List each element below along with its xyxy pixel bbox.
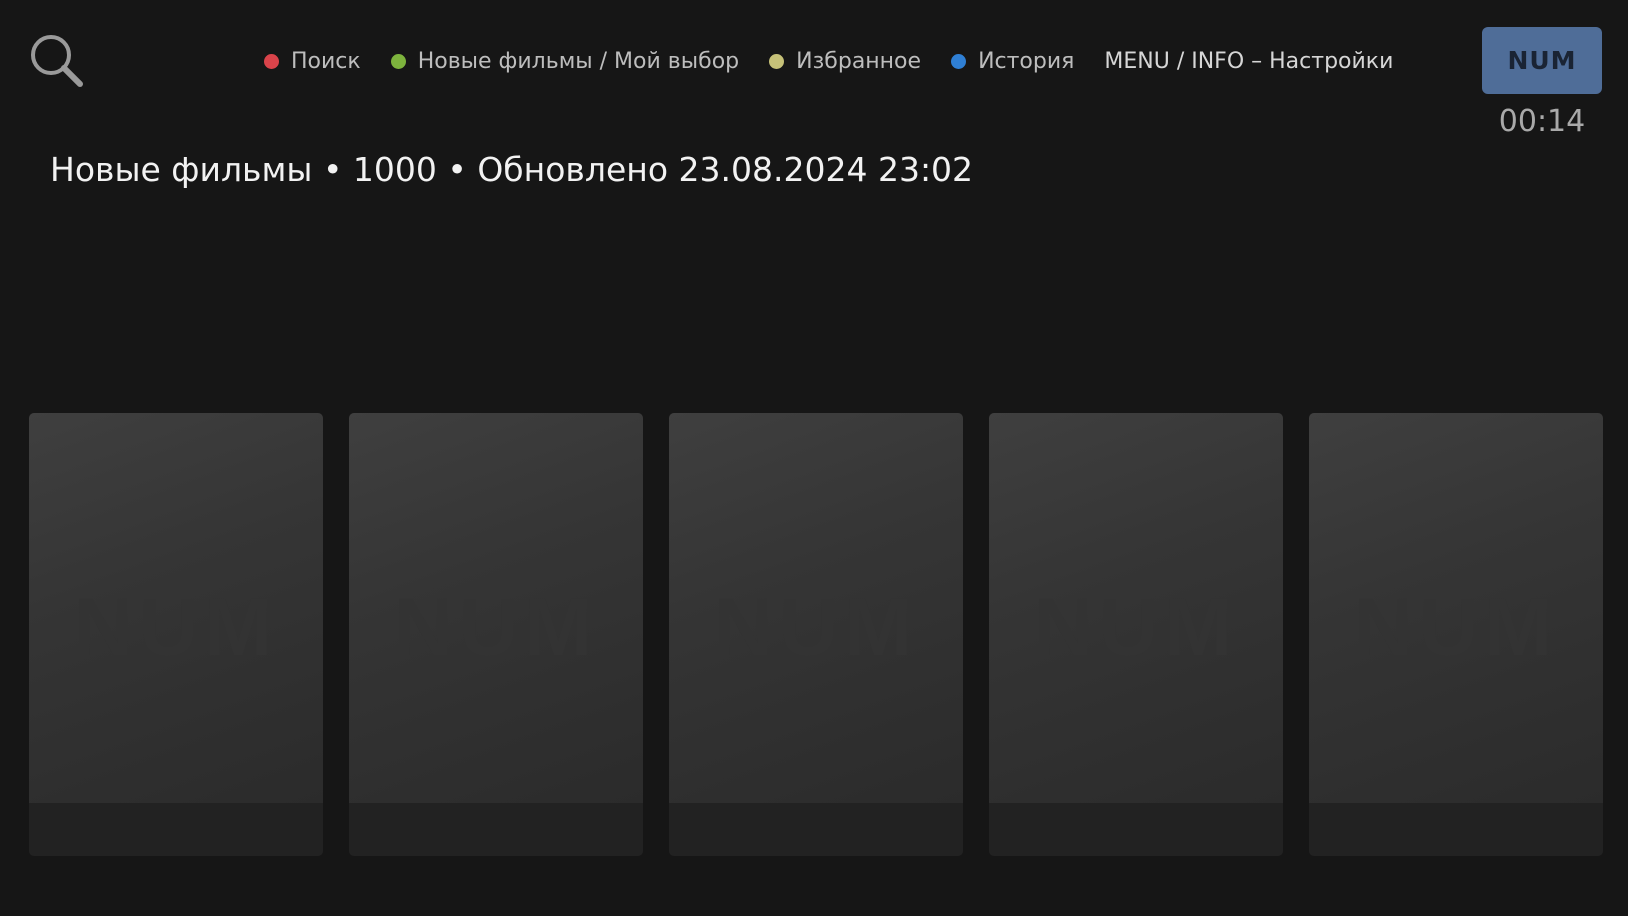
hint-search[interactable]: Поиск: [264, 49, 361, 74]
hint-settings[interactable]: MENU / INFO – Настройки: [1104, 49, 1393, 74]
poster-card[interactable]: NUM: [1309, 413, 1603, 856]
hint-history[interactable]: История: [951, 49, 1074, 74]
yellow-dot-icon: [769, 53, 785, 69]
placeholder-logo: NUM: [1353, 582, 1559, 673]
green-dot-icon: [390, 53, 406, 69]
section-title: Новые фильмы • 1000 • Обновлено 23.08.20…: [50, 150, 974, 189]
hint-new-movies-label: Новые фильмы / Мой выбор: [417, 48, 740, 74]
placeholder-logo: NUM: [713, 582, 919, 673]
placeholder-logo: NUM: [73, 582, 279, 673]
poster-card[interactable]: NUM: [349, 413, 643, 856]
poster-caption: [29, 803, 323, 856]
hint-new-movies[interactable]: Новые фильмы / Мой выбор: [390, 48, 740, 74]
poster-card[interactable]: NUM: [669, 413, 963, 856]
poster-card[interactable]: NUM: [989, 413, 1283, 856]
poster-caption: [349, 803, 643, 856]
poster-caption: [1309, 803, 1603, 856]
color-key-hints: Поиск Новые фильмы / Мой выбор Избранное…: [264, 42, 1393, 80]
placeholder-logo: NUM: [393, 582, 599, 673]
hint-favorites-label: Избранное: [796, 48, 922, 74]
poster-row: NUM NUM NUM NUM NUM: [29, 413, 1603, 856]
red-dot-icon: [264, 53, 279, 69]
num-button[interactable]: NUM: [1482, 27, 1602, 94]
app-screen: Поиск Новые фильмы / Мой выбор Избранное…: [0, 0, 1628, 916]
placeholder-logo: NUM: [1033, 582, 1239, 673]
hint-favorites[interactable]: Избранное: [769, 49, 921, 74]
hint-search-label: Поиск: [291, 48, 361, 74]
clock: 00:14: [1498, 104, 1586, 139]
poster-card[interactable]: NUM: [29, 413, 323, 856]
search-icon[interactable]: [28, 32, 86, 90]
hint-history-label: История: [978, 48, 1075, 74]
poster-caption: [989, 803, 1283, 856]
blue-dot-icon: [951, 53, 967, 69]
hint-settings-label: MENU / INFO – Настройки: [1104, 48, 1394, 74]
poster-caption: [669, 803, 963, 856]
